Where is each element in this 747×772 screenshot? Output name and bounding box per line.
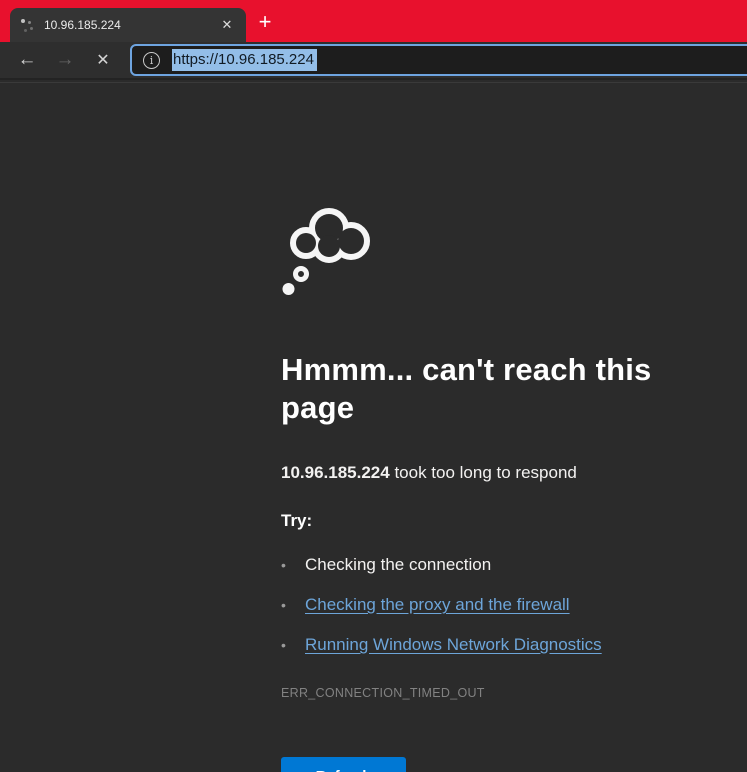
url-selected-text: https://10.96.185.224 — [172, 49, 317, 71]
tab-strip: 10.96.185.224 ✕ + — [0, 0, 747, 42]
suggestion-list: Checking the connection Checking the pro… — [281, 555, 726, 655]
error-content: Hmmm... can't reach this page 10.96.185.… — [281, 196, 726, 772]
site-info-icon[interactable]: i — [143, 52, 160, 69]
address-bar[interactable]: i https://10.96.185.224 — [130, 44, 747, 76]
browser-tab[interactable]: 10.96.185.224 ✕ — [10, 8, 246, 42]
error-title: Hmmm... can't reach this page — [281, 351, 726, 427]
stop-button[interactable]: ✕ — [84, 45, 122, 75]
back-button[interactable]: ← — [8, 45, 46, 75]
error-host: 10.96.185.224 — [281, 463, 390, 482]
tab-close-icon[interactable]: ✕ — [216, 14, 238, 36]
list-item: Checking the proxy and the firewall — [281, 595, 726, 615]
new-tab-button[interactable]: + — [250, 8, 280, 38]
list-item: Running Windows Network Diagnostics — [281, 635, 726, 655]
error-code: ERR_CONNECTION_TIMED_OUT — [281, 686, 726, 700]
forward-button: → — [46, 45, 84, 75]
error-message: 10.96.185.224 took too long to respond — [281, 463, 726, 483]
suggestion-proxy-firewall-link[interactable]: Checking the proxy and the firewall — [305, 595, 570, 615]
tab-title: 10.96.185.224 — [44, 18, 216, 32]
thought-cloud-icon — [281, 196, 381, 296]
tab-loading-favicon-icon — [20, 18, 35, 33]
page-content: Hmmm... can't reach this page 10.96.185.… — [0, 82, 747, 772]
try-label: Try: — [281, 511, 726, 531]
navigation-bar: ← → ✕ i https://10.96.185.224 — [0, 42, 747, 80]
suggestion-network-diagnostics-link[interactable]: Running Windows Network Diagnostics — [305, 635, 602, 655]
suggestion-check-connection: Checking the connection — [305, 555, 491, 575]
error-message-rest: took too long to respond — [390, 463, 577, 482]
list-item: Checking the connection — [281, 555, 726, 575]
refresh-button[interactable]: Refresh — [281, 757, 406, 772]
